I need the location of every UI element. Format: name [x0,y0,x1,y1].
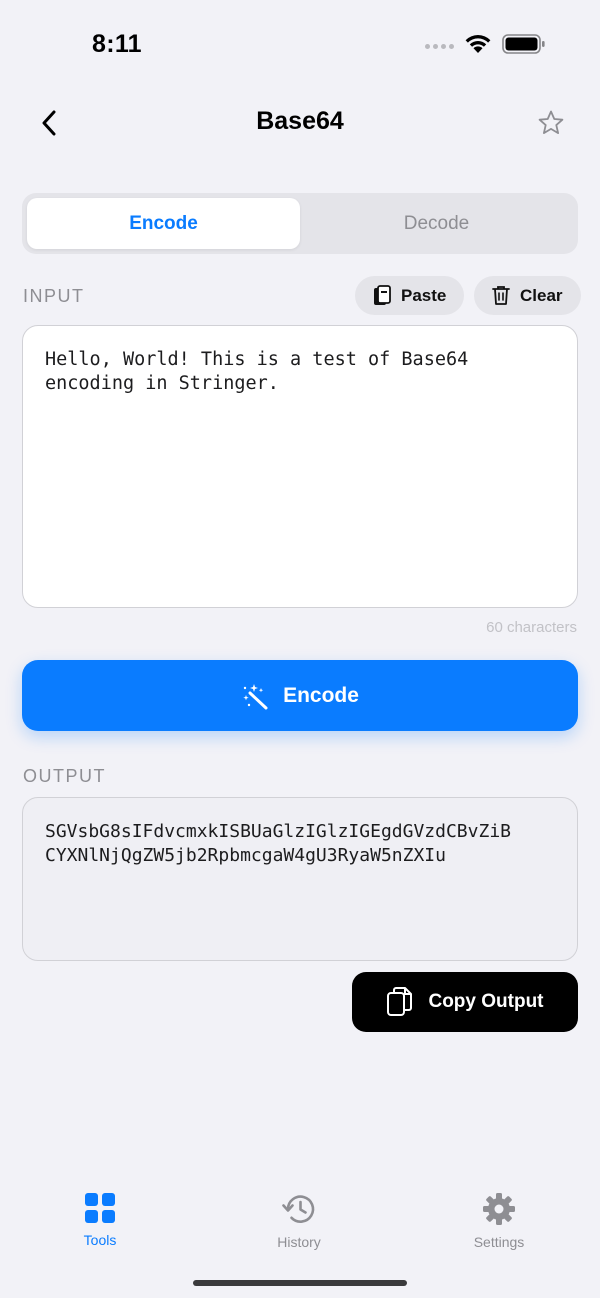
trash-icon [492,286,510,305]
star-icon [538,110,564,134]
output-text-area[interactable]: SGVsbG8sIFdvcmxkISBUaGlzIGlzIGEgdGVzdCBv… [22,797,578,961]
segment-encode[interactable]: Encode [27,198,300,249]
output-section-label: OUTPUT [23,766,106,786]
tab-history[interactable]: History [239,1192,359,1250]
clipboard-icon [374,284,391,305]
copy-output-button[interactable]: Copy Output [352,972,578,1032]
tab-history-label: History [277,1234,321,1250]
status-bar: 8:11 [0,0,600,90]
tab-settings[interactable]: Settings [439,1192,559,1250]
encode-button[interactable]: Encode [22,660,578,731]
wifi-icon [465,35,491,53]
page-title: Base64 [256,107,344,135]
history-icon [282,1195,315,1223]
tab-settings-label: Settings [473,1234,525,1250]
mode-segmented-control: Encode Decode [22,193,578,254]
character-count: 60 characters [486,619,577,636]
grid-icon [85,1193,115,1223]
magic-wand-icon [243,683,268,709]
tab-tools-label: Tools [83,1232,117,1248]
clear-label: Clear [520,285,563,305]
segment-decode[interactable]: Decode [300,198,573,249]
paste-label: Paste [401,285,447,305]
copy-icon [387,987,413,1016]
tab-tools[interactable]: Tools [40,1192,160,1248]
status-time: 8:11 [92,30,142,58]
clear-button[interactable]: Clear [474,276,581,315]
input-text-area[interactable]: Hello, World! This is a test of Base64 e… [22,325,578,608]
battery-icon [502,34,545,54]
navigation-bar: Base64 [0,95,600,151]
copy-output-label: Copy Output [428,991,544,1012]
favorite-button[interactable] [534,107,568,139]
gear-icon [483,1193,515,1225]
input-section-label: INPUT [23,286,85,306]
encode-button-label: Encode [283,683,359,707]
cellular-signal-icon [425,44,454,49]
home-indicator [193,1280,407,1286]
paste-button[interactable]: Paste [355,276,465,315]
